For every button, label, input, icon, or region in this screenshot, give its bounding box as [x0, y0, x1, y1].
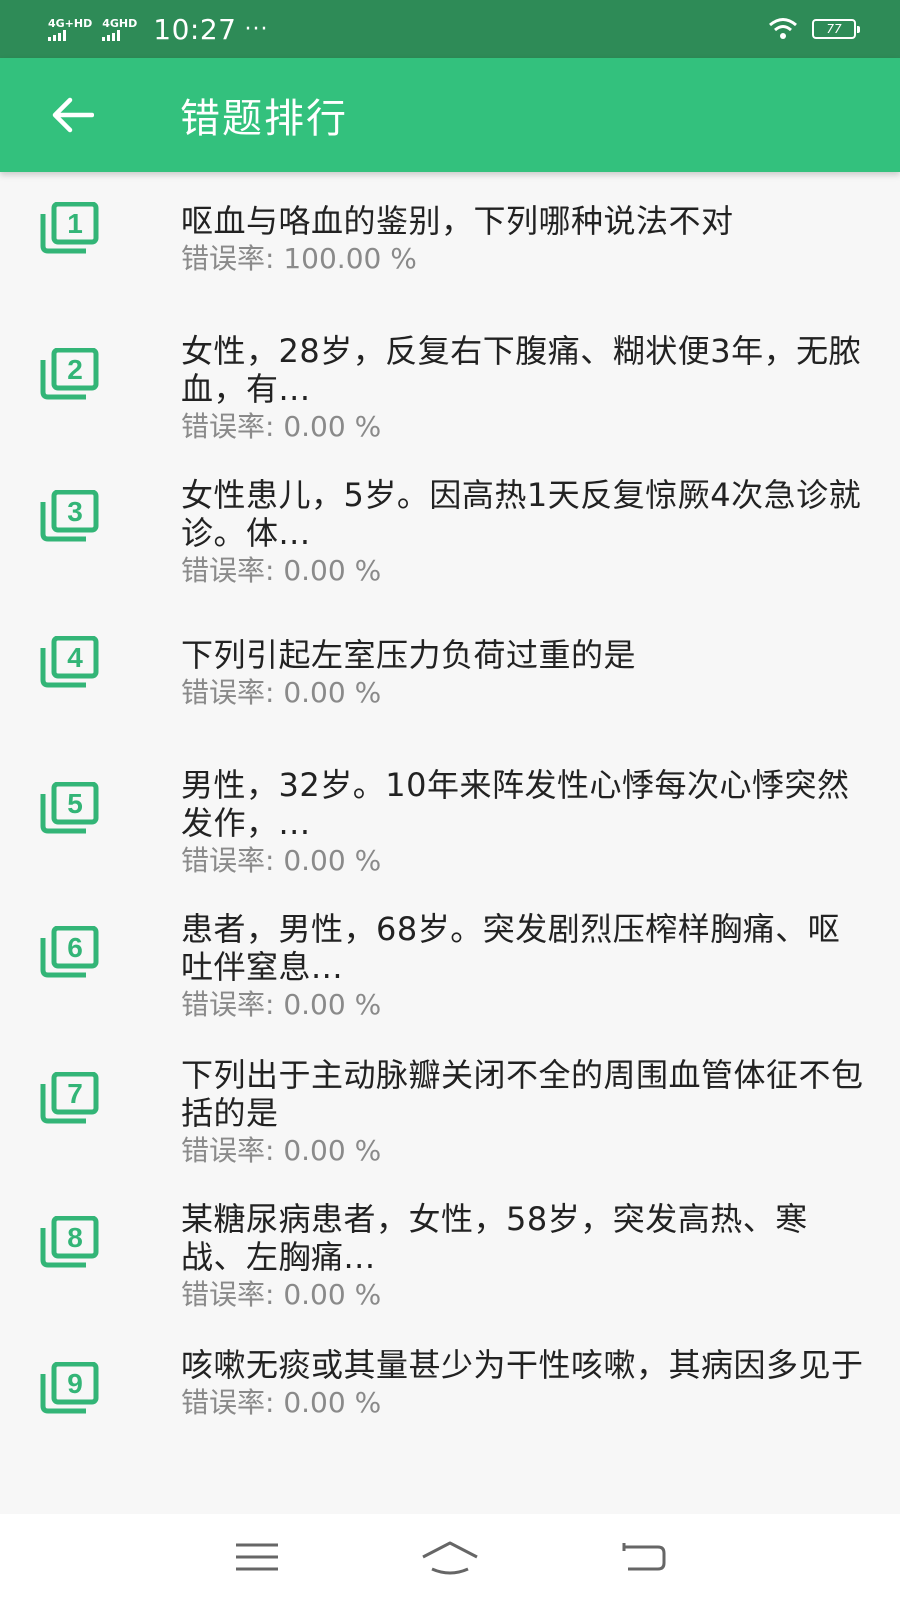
error-rate-label: 错误率: [181, 844, 275, 877]
item-number: 6 [67, 932, 83, 963]
question-text: 女性患儿，5岁。因高热1天反复惊厥4次急诊就诊。体... [181, 476, 862, 552]
arrow-left-icon [52, 97, 94, 133]
list-item[interactable]: 6 患者，男性，68岁。突发剧烈压榨样胸痛、呕吐伴窒息... 错误率: 0.00… [0, 904, 900, 1052]
app-bar: 错题排行 [0, 58, 900, 172]
signal-bars-icon [48, 29, 66, 41]
item-number: 1 [67, 208, 83, 239]
item-text: 某糖尿病患者，女性，58岁，突发高热、寒战、左胸痛... 错误率: 0.00 % [181, 1200, 871, 1312]
list-item[interactable]: 9 咳嗽无痰或其量甚少为干性咳嗽，其病因多见于 错误率: 0.00 % [0, 1344, 900, 1492]
numbered-stack-icon: 8 [40, 1216, 99, 1268]
return-icon [622, 1543, 666, 1571]
error-rate: 错误率: 0.00 % [181, 988, 871, 1022]
status-bar: 4G+HD 4GHD 10:27 ··· 77 [0, 0, 900, 58]
error-rate-value: 0.00 % [283, 676, 382, 709]
error-rate-label: 错误率: [181, 242, 275, 275]
error-rate-label: 错误率: [181, 554, 275, 587]
item-number: 4 [67, 642, 83, 673]
status-right: 77 [768, 17, 860, 41]
numbered-stack-icon: 3 [40, 490, 99, 542]
signal-bars-icon [102, 29, 121, 41]
item-text: 患者，男性，68岁。突发剧烈压榨样胸痛、呕吐伴窒息... 错误率: 0.00 % [181, 910, 871, 1022]
numbered-stack-icon: 7 [40, 1072, 99, 1124]
error-rate-value: 0.00 % [283, 554, 382, 587]
question-text: 咳嗽无痰或其量甚少为干性咳嗽，其病因多见于 [181, 1346, 864, 1384]
error-rate-value: 0.00 % [283, 844, 382, 877]
error-rate-value: 0.00 % [283, 1134, 382, 1167]
list-item[interactable]: 4 下列引起左室压力负荷过重的是 错误率: 0.00 % [0, 612, 900, 760]
error-rate: 错误率: 0.00 % [181, 1278, 871, 1312]
error-rate: 错误率: 0.00 % [181, 676, 871, 710]
question-text: 男性，32岁。10年来阵发性心悸每次心悸突然发作，... [181, 766, 850, 842]
status-time: 10:27 [153, 12, 237, 46]
battery-icon: 77 [812, 19, 860, 39]
error-rate: 错误率: 0.00 % [181, 410, 871, 444]
item-text: 男性，32岁。10年来阵发性心悸每次心悸突然发作，... 错误率: 0.00 % [181, 766, 871, 878]
error-rate-label: 错误率: [181, 1134, 275, 1167]
error-rate: 错误率: 0.00 % [181, 1134, 871, 1168]
numbered-stack-icon: 6 [40, 926, 99, 978]
more-notifications: ··· [244, 16, 269, 42]
list-item[interactable]: 5 男性，32岁。10年来阵发性心悸每次心悸突然发作，... 错误率: 0.00… [0, 758, 900, 906]
question-text: 呕血与咯血的鉴别，下列哪种说法不对 [181, 202, 734, 240]
error-rate-label: 错误率: [181, 676, 275, 709]
error-rate-label: 错误率: [181, 1386, 275, 1419]
question-text: 某糖尿病患者，女性，58岁，突发高热、寒战、左胸痛... [181, 1200, 808, 1276]
numbered-stack-icon: 4 [40, 636, 99, 688]
system-nav-bar [0, 1514, 900, 1600]
list-item[interactable]: 1 呕血与咯血的鉴别，下列哪种说法不对 错误率: 100.00 % [0, 172, 900, 320]
menu-button[interactable] [217, 1527, 297, 1587]
question-text: 下列引起左室压力负荷过重的是 [181, 636, 637, 674]
error-rate: 错误率: 0.00 % [181, 554, 871, 588]
question-text: 女性，28岁，反复右下腹痛、糊状便3年，无脓血，有... [181, 332, 862, 408]
back-button[interactable] [22, 58, 122, 172]
list-item[interactable]: 3 女性患儿，5岁。因高热1天反复惊厥4次急诊就诊。体... 错误率: 0.00… [0, 466, 900, 614]
item-text: 呕血与咯血的鉴别，下列哪种说法不对 错误率: 100.00 % [181, 202, 871, 276]
error-rate-value: 0.00 % [283, 410, 382, 443]
item-number: 9 [67, 1368, 83, 1399]
item-text: 女性，28岁，反复右下腹痛、糊状便3年，无脓血，有... 错误率: 0.00 % [181, 332, 871, 444]
error-rate: 错误率: 0.00 % [181, 844, 871, 878]
numbered-stack-icon: 9 [40, 1362, 99, 1414]
item-text: 女性患儿，5岁。因高热1天反复惊厥4次急诊就诊。体... 错误率: 0.00 % [181, 476, 871, 588]
error-rate-value: 100.00 % [283, 242, 417, 275]
numbered-stack-icon: 5 [40, 782, 99, 834]
numbered-stack-icon: 2 [40, 348, 99, 400]
item-number: 3 [67, 496, 83, 527]
signal-indicator-1: 4G+HD [48, 18, 92, 41]
item-text: 咳嗽无痰或其量甚少为干性咳嗽，其病因多见于 错误率: 0.00 % [181, 1346, 871, 1420]
battery-level: 77 [826, 22, 842, 36]
numbered-stack-icon: 1 [40, 202, 99, 254]
item-text: 下列出于主动脉瓣关闭不全的周围血管体征不包括的是 错误率: 0.00 % [181, 1056, 871, 1168]
error-rate-value: 0.00 % [283, 988, 382, 1021]
home-button[interactable] [410, 1527, 490, 1587]
wifi-icon [769, 18, 797, 39]
return-button[interactable] [603, 1527, 683, 1587]
page-title: 错题排行 [180, 96, 348, 142]
error-rate-label: 错误率: [181, 988, 275, 1021]
list-item[interactable]: 2 女性，28岁，反复右下腹痛、糊状便3年，无脓血，有... 错误率: 0.00… [0, 318, 900, 466]
item-text: 下列引起左室压力负荷过重的是 错误率: 0.00 % [181, 636, 871, 710]
list-item[interactable]: 7 下列出于主动脉瓣关闭不全的周围血管体征不包括的是 错误率: 0.00 % [0, 1052, 900, 1200]
error-rate-label: 错误率: [181, 1278, 275, 1311]
error-rate-value: 0.00 % [283, 1278, 382, 1311]
item-number: 8 [67, 1222, 83, 1253]
item-number: 2 [67, 354, 83, 385]
error-rate-value: 0.00 % [283, 1386, 382, 1419]
error-rate: 错误率: 0.00 % [181, 1386, 871, 1420]
home-icon [422, 1541, 478, 1575]
menu-icon [235, 1543, 278, 1571]
error-rate: 错误率: 100.00 % [181, 242, 871, 276]
signal-label-1: 4G+HD [48, 16, 93, 30]
error-rate-label: 错误率: [181, 410, 275, 443]
signal-label-2: 4GHD [102, 16, 138, 30]
question-text: 下列出于主动脉瓣关闭不全的周围血管体征不包括的是 [181, 1056, 864, 1132]
item-number: 5 [67, 788, 83, 819]
signal-indicator-2: 4GHD [102, 18, 137, 41]
list-item[interactable]: 8 某糖尿病患者，女性，58岁，突发高热、寒战、左胸痛... 错误率: 0.00… [0, 1198, 900, 1346]
item-number: 7 [67, 1078, 83, 1109]
question-text: 患者，男性，68岁。突发剧烈压榨样胸痛、呕吐伴窒息... [181, 910, 841, 986]
